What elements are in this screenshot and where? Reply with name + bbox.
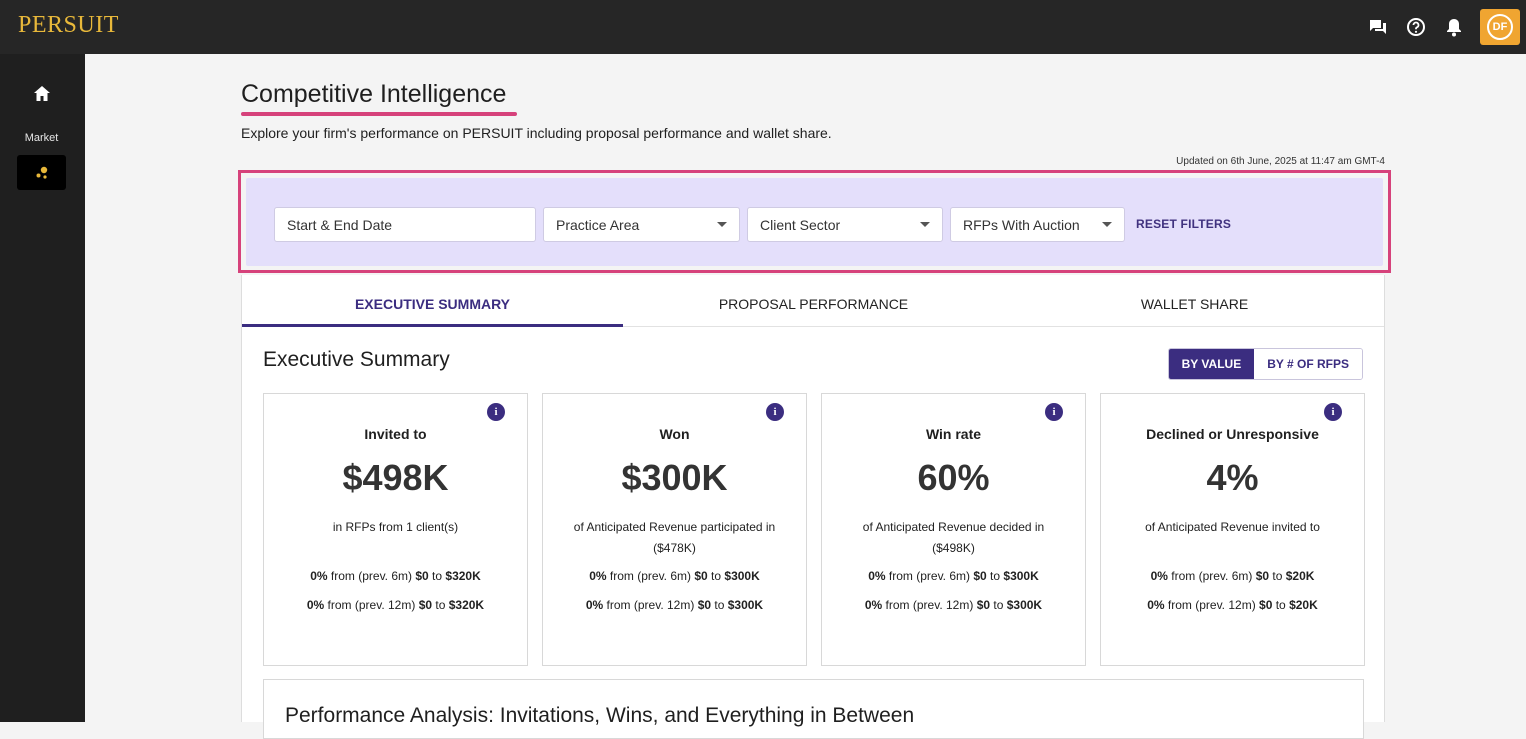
- value-count-toggle: BY VALUE BY # OF RFPS: [1167, 348, 1363, 380]
- card-change-12m: 0% from (prev. 12m) $0 to $300K: [585, 598, 764, 612]
- tab-wallet-share[interactable]: WALLET SHARE: [1004, 275, 1385, 327]
- card-title: Declined or Unresponsive: [1146, 426, 1319, 442]
- user-avatar[interactable]: DF: [1480, 9, 1520, 45]
- notifications-bell-icon[interactable]: [1442, 15, 1466, 39]
- win-rate-card: i Win rate 60% of Anticipated Revenue de…: [821, 393, 1086, 666]
- filter-bar: Start & End Date Practice Area Client Se…: [246, 178, 1383, 266]
- card-description: of Anticipated Revenue invited to: [1145, 520, 1320, 534]
- declined-card: i Declined or Unresponsive 4% of Anticip…: [1100, 393, 1365, 666]
- auction-select[interactable]: RFPs With Auction: [950, 207, 1125, 242]
- section-title: Executive Summary: [263, 348, 450, 371]
- card-value: 60%: [917, 457, 990, 498]
- date-range-field[interactable]: Start & End Date: [274, 207, 536, 242]
- sidebar-market-label: Market: [24, 132, 59, 144]
- card-description: of Anticipated Revenue participated in (…: [573, 520, 776, 555]
- by-rfp-count-button[interactable]: BY # OF RFPS: [1254, 349, 1362, 379]
- info-icon[interactable]: i: [487, 403, 505, 421]
- practice-area-select[interactable]: Practice Area: [543, 207, 740, 242]
- persuit-logo[interactable]: PERSUIT: [18, 12, 119, 39]
- performance-analysis-title: Performance Analysis: Invitations, Wins,…: [285, 704, 915, 727]
- card-value: 4%: [1206, 457, 1259, 498]
- card-change-12m: 0% from (prev. 12m) $0 to $320K: [306, 598, 485, 612]
- title-underline: [241, 112, 517, 116]
- card-description: of Anticipated Revenue decided in ($498K…: [862, 520, 1045, 555]
- card-change-6m: 0% from (prev. 6m) $0 to $320K: [310, 569, 481, 583]
- performance-analysis-section: Performance Analysis: Invitations, Wins,…: [263, 679, 1364, 739]
- by-value-button[interactable]: BY VALUE: [1168, 349, 1255, 379]
- info-icon[interactable]: i: [766, 403, 784, 421]
- card-change-6m: 0% from (prev. 6m) $0 to $300K: [589, 569, 760, 583]
- home-icon[interactable]: [30, 82, 54, 106]
- card-title: Won: [659, 426, 690, 442]
- filter-highlight: Start & End Date Practice Area Client Se…: [238, 170, 1391, 273]
- reset-filters-button[interactable]: RESET FILTERS: [1136, 217, 1231, 231]
- sidebar: Market: [0, 54, 85, 722]
- top-actions: DF: [1366, 9, 1520, 45]
- info-icon[interactable]: i: [1045, 403, 1063, 421]
- card-change-6m: 0% from (prev. 6m) $0 to $300K: [868, 569, 1039, 583]
- won-card: i Won $300K of Anticipated Revenue parti…: [542, 393, 807, 666]
- invited-card: i Invited to $498K in RFPs from 1 client…: [263, 393, 528, 666]
- main-content: Competitive Intelligence Explore your fi…: [85, 54, 1526, 739]
- chevron-down-icon: [920, 222, 930, 227]
- tab-bar: EXECUTIVE SUMMARY PROPOSAL PERFORMANCE W…: [242, 275, 1384, 327]
- card-title: Invited to: [364, 426, 427, 442]
- top-bar: PERSUIT DF: [0, 0, 1526, 54]
- card-value: $498K: [342, 457, 449, 498]
- summary-panel: EXECUTIVE SUMMARY PROPOSAL PERFORMANCE W…: [241, 275, 1385, 739]
- card-value: $300K: [621, 457, 728, 498]
- date-range-label: Start & End Date: [287, 216, 393, 233]
- messages-icon[interactable]: [1366, 15, 1390, 39]
- tab-executive-summary[interactable]: EXECUTIVE SUMMARY: [242, 275, 623, 327]
- chevron-down-icon: [1102, 222, 1112, 227]
- page-title: Competitive Intelligence: [241, 80, 507, 108]
- page-subtitle: Explore your firm's performance on PERSU…: [241, 125, 832, 141]
- chevron-down-icon: [717, 222, 727, 227]
- last-updated: Updated on 6th June, 2025 at 11:47 am GM…: [1176, 156, 1385, 167]
- info-icon[interactable]: i: [1324, 403, 1342, 421]
- card-change-12m: 0% from (prev. 12m) $0 to $300K: [864, 598, 1043, 612]
- client-sector-label: Client Sector: [760, 216, 841, 233]
- card-description: in RFPs from 1 client(s): [332, 520, 459, 534]
- client-sector-select[interactable]: Client Sector: [747, 207, 943, 242]
- card-change-12m: 0% from (prev. 12m) $0 to $20K: [1147, 598, 1318, 612]
- avatar-initials: DF: [1487, 14, 1513, 40]
- help-icon[interactable]: [1404, 15, 1428, 39]
- card-change-6m: 0% from (prev. 6m) $0 to $20K: [1150, 569, 1315, 583]
- card-title: Win rate: [925, 426, 982, 442]
- practice-area-label: Practice Area: [556, 216, 640, 233]
- market-icon[interactable]: [17, 155, 66, 190]
- tab-proposal-performance[interactable]: PROPOSAL PERFORMANCE: [623, 275, 1004, 327]
- auction-label: RFPs With Auction: [963, 216, 1080, 233]
